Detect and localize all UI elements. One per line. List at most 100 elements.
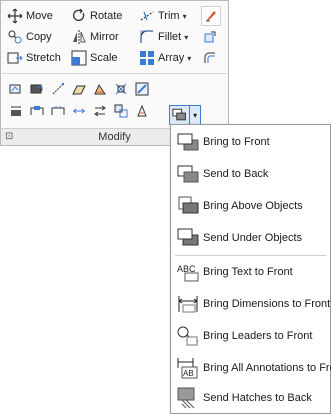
offset-icon	[204, 52, 215, 63]
menu-item-bring-text-to-front[interactable]: ABC Bring Text to Front	[171, 257, 330, 287]
stretch-label: Stretch	[26, 52, 61, 64]
blend-curves-button[interactable]	[112, 80, 130, 98]
move-label: Move	[26, 10, 53, 22]
lengthen-button[interactable]	[49, 80, 67, 98]
edit-hatch-icon	[72, 85, 86, 95]
rotate-button[interactable]: Rotate	[71, 6, 139, 26]
send-under-objects-icon	[177, 228, 199, 246]
stretch-button[interactable]: Stretch	[7, 48, 71, 68]
menu-item-bring-dimensions-to-front[interactable]: Bring Dimensions to Front	[171, 289, 330, 319]
draworder-dropdown-icon[interactable]: ▾	[189, 106, 200, 124]
menu-item-label: Bring All Annotations to Front	[203, 362, 331, 374]
draworder-split-button[interactable]: ▾	[169, 105, 201, 125]
break-at-point-button[interactable]	[28, 102, 46, 120]
break-button[interactable]	[49, 102, 67, 120]
explode-button[interactable]	[201, 28, 219, 46]
menu-item-label: Bring Text to Front	[203, 266, 293, 278]
fix-text-icon	[137, 104, 147, 117]
modify-row-4	[7, 79, 154, 99]
fillet-icon	[140, 30, 153, 43]
menu-item-label: Send Under Objects	[203, 232, 303, 244]
edit-polyline-button[interactable]	[7, 80, 25, 98]
explode-icon	[204, 31, 216, 43]
array-dropdown-icon[interactable]: ▾	[187, 54, 191, 63]
stretch-icon	[7, 52, 23, 64]
svg-text:AB: AB	[183, 369, 194, 378]
fillet-dropdown-icon[interactable]: ▾	[184, 33, 188, 42]
move-icon	[7, 8, 23, 24]
bring-all-annotations-to-front-icon: AB	[177, 358, 198, 379]
edit-array-button[interactable]	[133, 80, 151, 98]
bring-to-front-icon	[177, 133, 199, 151]
send-to-back-icon	[177, 165, 199, 183]
copy-label: Copy	[26, 31, 52, 43]
rotate-icon	[72, 8, 85, 22]
menu-item-label: Bring Leaders to Front	[203, 330, 313, 342]
copy-button[interactable]: Copy	[7, 27, 71, 47]
ribbon-divider	[2, 73, 227, 74]
trim-icon	[140, 11, 154, 21]
align-button[interactable]	[7, 102, 25, 120]
edit-spline-icon	[30, 84, 43, 94]
bring-text-to-front-icon: ABC	[177, 264, 199, 282]
edit-attribute-icon	[94, 83, 106, 95]
edit-spline-button[interactable]	[28, 80, 46, 98]
scale-button[interactable]: Scale	[71, 48, 139, 68]
menu-item-label: Send Hatches to Back	[203, 392, 312, 404]
mirror-icon	[73, 30, 86, 44]
pin-icon[interactable]: ⊡	[5, 131, 13, 142]
menu-item-label: Send to Back	[203, 168, 269, 180]
bring-above-objects-icon	[178, 196, 199, 214]
menu-item-label: Bring to Front	[203, 136, 270, 148]
bring-dimensions-to-front-icon	[178, 296, 198, 313]
fillet-label: Fillet	[158, 31, 182, 43]
trim-label: Trim	[158, 10, 180, 22]
menu-item-send-to-back[interactable]: Send to Back	[171, 159, 330, 189]
array-label: Array	[158, 52, 185, 64]
edit-hatch-button[interactable]	[70, 80, 88, 98]
array-button[interactable]: Array ▾	[139, 48, 201, 68]
modify-row-3: Stretch Scale Array ▾	[7, 48, 222, 68]
modify-row-1: Move Rotate Trim ▾	[7, 6, 224, 26]
draworder-menu: Bring to Front Send to Back Bring Above …	[170, 124, 331, 414]
menu-separator	[175, 255, 326, 256]
mirror-button[interactable]: Mirror	[71, 27, 139, 47]
break-icon	[51, 106, 65, 115]
scale-icon	[71, 50, 87, 66]
bring-leaders-to-front-icon	[177, 326, 198, 346]
join-button[interactable]	[70, 102, 88, 120]
edit-array-icon	[135, 82, 149, 96]
lengthen-icon	[52, 82, 65, 95]
menu-item-send-hatches-to-back[interactable]: Send Hatches to Back	[171, 383, 330, 413]
menu-item-bring-to-front[interactable]: Bring to Front	[171, 127, 330, 157]
menu-item-bring-above-objects[interactable]: Bring Above Objects	[171, 191, 330, 221]
scale-label: Scale	[90, 52, 118, 64]
menu-item-bring-leaders-to-front[interactable]: Bring Leaders to Front	[171, 321, 330, 351]
erase-button[interactable]	[201, 6, 221, 26]
menu-item-label: Bring Dimensions to Front	[203, 298, 331, 310]
move-button[interactable]: Move	[7, 6, 71, 26]
align-icon	[11, 106, 21, 116]
modify-row-2: Copy Mirror Fillet ▾	[7, 27, 222, 47]
fix-text-button[interactable]	[133, 102, 151, 120]
copy-icon	[8, 30, 22, 44]
copy-nested-button[interactable]	[112, 102, 130, 120]
menu-item-send-under-objects[interactable]: Send Under Objects	[171, 223, 330, 253]
edit-attribute-button[interactable]	[91, 80, 109, 98]
panel-title[interactable]: Modify	[98, 131, 130, 143]
offset-button[interactable]	[201, 49, 219, 67]
copy-nested-icon	[114, 104, 128, 118]
modify-row-5	[7, 101, 154, 121]
trim-dropdown-icon[interactable]: ▾	[183, 12, 187, 21]
trim-button[interactable]: Trim ▾	[139, 6, 201, 26]
menu-item-bring-all-annotations-to-front[interactable]: AB Bring All Annotations to Front	[171, 353, 331, 383]
send-hatches-to-back-icon	[177, 387, 195, 409]
blend-curves-icon	[115, 83, 127, 95]
mirror-label: Mirror	[90, 31, 119, 43]
rotate-label: Rotate	[90, 10, 123, 22]
edit-polyline-icon	[9, 84, 21, 94]
menu-item-label: Bring Above Objects	[203, 200, 303, 212]
reverse-button[interactable]	[91, 102, 109, 120]
erase-icon	[206, 11, 216, 22]
fillet-button[interactable]: Fillet ▾	[139, 27, 201, 47]
